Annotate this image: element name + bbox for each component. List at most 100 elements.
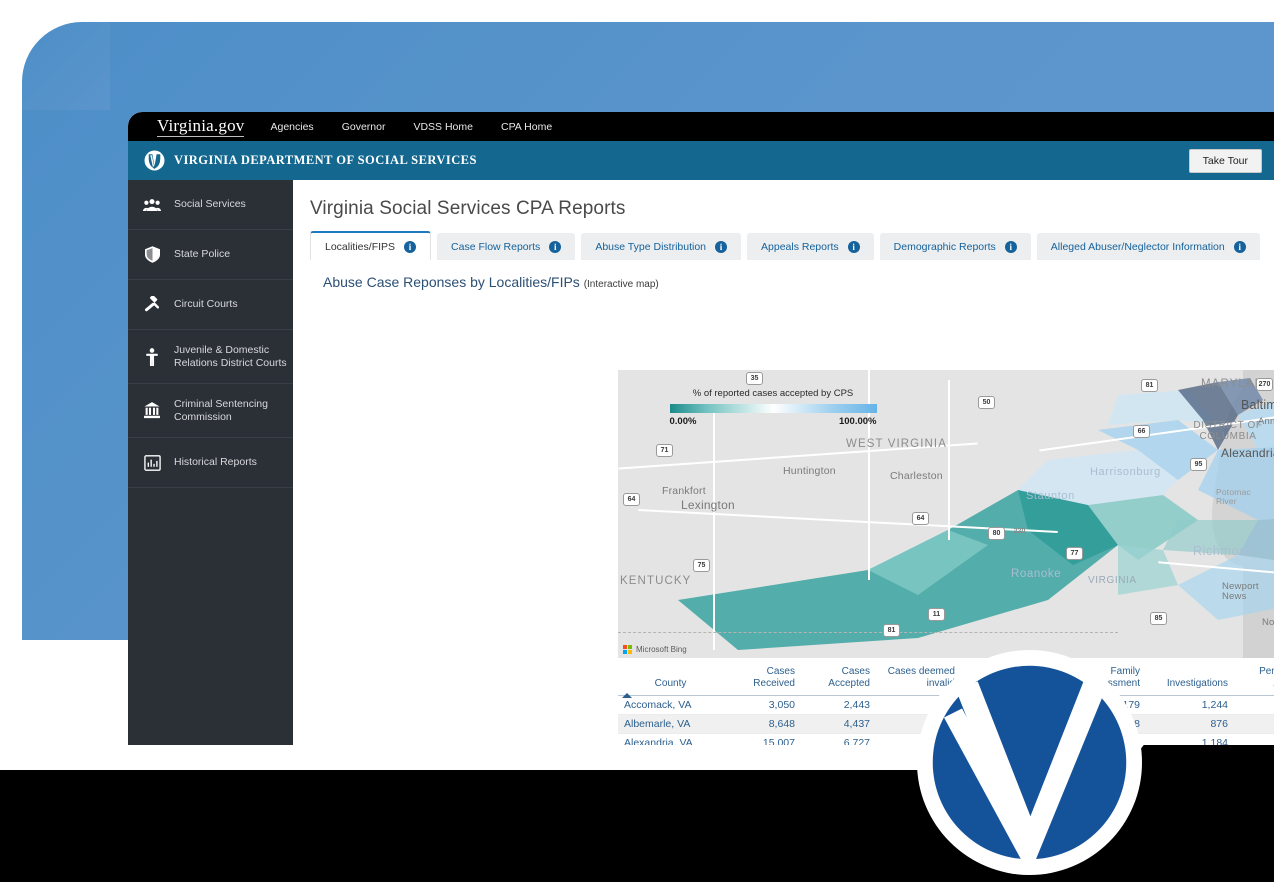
page-title: Virginia Social Services CPA Reports [310,198,626,219]
sidebar-item-criminal-sentencing[interactable]: Criminal Sentencing Commission [128,384,293,438]
tab-abuse-type-distribution[interactable]: Abuse Type Distribution i [581,233,742,260]
vdss-watermark-logo-icon [917,650,1142,875]
map-label-lexington: Lexington [681,498,735,512]
vdss-logo-icon [144,150,165,171]
info-icon[interactable]: i [549,240,562,253]
map-label-norfolk: Norfolk [1262,617,1274,628]
column-header-investigations[interactable]: Investigations [1146,663,1234,696]
table-cell-investigations: 1,244 [1146,695,1234,715]
highway-shield: 77 [1066,547,1083,560]
map-label-frankfort: Frankfort [662,485,706,497]
tab-label: Demographic Reports [893,240,996,253]
sidebar-item-social-services[interactable]: Social Services [128,180,293,230]
gavel-icon [142,295,162,314]
tab-alleged-abuser-information[interactable]: Alleged Abuser/Neglector Information i [1036,233,1260,260]
gov-link-cpa-home[interactable]: CPA Home [501,121,552,133]
table-cell-accepted: 6,727 [801,733,876,745]
map-label-richmond: Richmond [1193,544,1255,558]
interactive-map[interactable]: WEST VIRGINIA KENTUCKY MARYLAND DELAWARE… [618,370,1274,658]
column-header-cases-received[interactable]: Cases Received [723,663,801,696]
table-cell-received: 15,007 [723,733,801,745]
sidebar-item-juvenile-courts[interactable]: Juvenile & Domestic Relations District C… [128,330,293,384]
report-tabs: Localities/FIPS i Case Flow Reports i Ab… [310,231,1274,260]
map-label-staunton: Staunton [1026,490,1075,502]
map-label-virginia: VIRGINIA [1088,575,1137,586]
map-label-newport-news: Newport News [1222,581,1259,602]
sidebar-item-historical-reports[interactable]: Historical Reports [128,438,293,488]
map-label-baltimore: Baltimore [1241,398,1274,412]
table-cell-received: 8,648 [723,714,801,734]
column-header-cases-accepted[interactable]: Cases Accepted [801,663,876,696]
tab-appeals-reports[interactable]: Appeals Reports i [747,233,874,260]
gov-link-vdss-home[interactable]: VDSS Home [413,121,473,133]
map-label-alexandria: Alexandria [1221,446,1274,460]
info-icon[interactable]: i [404,240,417,253]
map-road [948,380,950,540]
column-header-pending-family-assessment[interactable]: Pending Family Assessment [1234,663,1274,696]
courthouse-icon [142,402,162,419]
column-header-county[interactable]: County [618,663,723,696]
table-cell-received: 3,050 [723,695,801,715]
tab-case-flow-reports[interactable]: Case Flow Reports i [437,233,576,260]
table-cell-county: Albemarle, VA [618,714,723,734]
highway-shield: 66 [1133,425,1150,438]
bing-logo-icon [623,645,632,654]
people-icon [142,198,162,212]
agency-title: VIRGINIA DEPARTMENT OF SOCIAL SERVICES [174,153,477,167]
gov-link-governor[interactable]: Governor [342,121,386,133]
sidebar-item-label: State Police [174,248,231,260]
table-cell-accepted: 4,437 [801,714,876,734]
bar-chart-icon [142,454,162,471]
county-region-south-central [1118,545,1178,595]
virginia-gov-logo[interactable]: Virginia.gov [157,116,245,137]
legend-title: % of reported cases accepted by CPS [692,388,854,399]
sort-ascending-icon[interactable] [622,693,632,698]
map-label-potomac-river: Potomac River [1216,487,1251,506]
agency-header: VIRGINIA DEPARTMENT OF SOCIAL SERVICES T… [128,141,1274,180]
info-icon[interactable]: i [715,240,728,253]
highway-shield: 50 [978,396,995,409]
person-icon [142,347,162,366]
sidebar-item-label: Criminal Sentencing Commission [174,397,268,423]
map-section-heading: Abuse Case Reponses by Localities/FIPs (… [323,274,1274,290]
tab-localities-fips[interactable]: Localities/FIPS i [310,231,432,260]
sidebar-item-label: Circuit Courts [174,298,238,310]
highway-shield: 71 [656,444,673,457]
table-cell-pending_family_assessment [1234,695,1274,715]
highway-shield: 75 [693,559,710,572]
tab-label: Abuse Type Distribution [595,240,707,253]
table-cell-county: Accomack, VA [618,695,723,715]
table-cell-pending_family_assessment [1234,714,1274,734]
sidebar-item-circuit-courts[interactable]: Circuit Courts [128,280,293,330]
highway-shield: 35 [746,372,763,385]
map-label-kentucky: KENTUCKY [620,575,692,587]
highway-shield: 64 [623,493,640,506]
tab-demographic-reports[interactable]: Demographic Reports i [879,233,1031,260]
gov-link-agencies[interactable]: Agencies [270,121,313,133]
sidebar-item-label: Social Services [174,198,246,210]
take-tour-button[interactable]: Take Tour [1188,149,1262,173]
map-label-charleston: Charleston [890,470,943,482]
map-label-huntington: Huntington [783,465,836,477]
map-label-dc: DISTRICT OF COLUMBIA [1193,420,1263,442]
legend-gradient-bar [669,404,877,413]
info-icon[interactable]: i [1004,240,1017,253]
info-icon[interactable]: i [847,240,860,253]
map-label-harrisonburg: Harrisonburg [1090,466,1161,478]
highway-shield: 81 [883,624,900,637]
map-state-border [618,632,1118,633]
table-cell-investigations: 876 [1146,714,1234,734]
sidebar-item-label: Historical Reports [174,456,257,468]
map-canvas[interactable]: WEST VIRGINIA KENTUCKY MARYLAND DELAWARE… [618,370,1274,658]
legend-min-value: 0.00% [669,416,697,427]
map-label-west-virginia: WEST VIRGINIA [846,438,947,450]
highway-shield: 11 [928,608,945,621]
frame-mask-top [0,0,1274,22]
table-cell-accepted: 2,443 [801,695,876,715]
table-cell-county: Alexandria, VA [618,733,723,745]
sidebar-item-state-police[interactable]: State Police [128,230,293,280]
highway-shield: 270 [1256,378,1273,391]
tab-label: Case Flow Reports [451,240,541,253]
info-icon[interactable]: i [1233,240,1246,253]
map-label-roanoke: Roanoke [1011,568,1062,580]
